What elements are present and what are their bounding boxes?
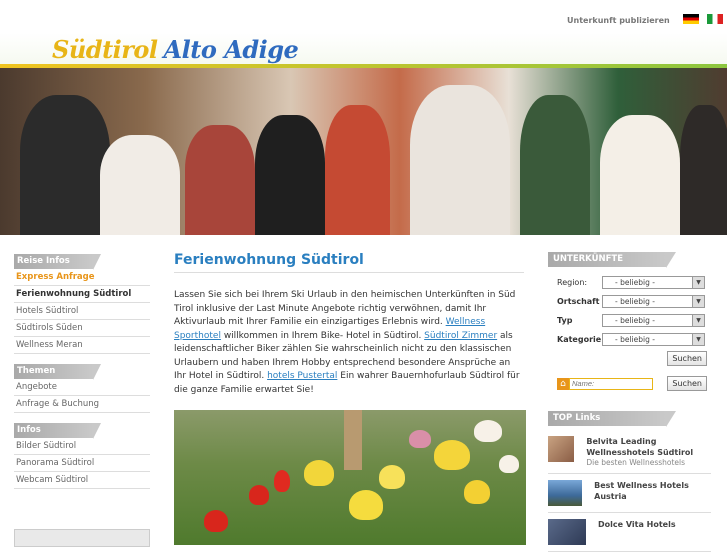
search-button[interactable]: Suchen (667, 351, 707, 366)
kategorie-select[interactable]: - beliebig - ▼ (602, 332, 705, 346)
flag-italy-icon[interactable] (707, 14, 723, 24)
sidebar-item-suedtirols-sueden[interactable]: Südtirols Süden (14, 320, 150, 337)
publish-accommodation-link[interactable]: Unterkunft publizieren (567, 16, 670, 25)
logo-text-suedtirol: Südtirol (52, 35, 158, 64)
kategorie-label: Kategorie (557, 334, 602, 344)
accommodation-search-form: Region: - beliebig - ▼ Ortschaft - belieb… (548, 273, 711, 391)
toplinks-list: Belvita Leading Wellnesshotels Südtirol D… (548, 430, 711, 552)
typ-value: - beliebig - (615, 315, 655, 325)
ortschaft-label: Ortschaft (557, 296, 600, 306)
region-select[interactable]: - beliebig - ▼ (602, 275, 705, 289)
right-sidebar: UNTERKÜNFTE Region: - beliebig - ▼ Ortsch… (548, 252, 711, 552)
search-panel-heading: UNTERKÜNFTE (548, 252, 676, 268)
hero-image (0, 68, 727, 235)
sidebar-item-wellness-meran[interactable]: Wellness Meran (14, 337, 150, 354)
toplink-title[interactable]: Belvita Leading Wellnesshotels Südtirol (586, 436, 711, 458)
region-map[interactable] (14, 529, 150, 547)
sidebar-item-panorama[interactable]: Panorama Südtirol (14, 455, 150, 472)
sidebar-heading-themen: Themen (14, 364, 101, 380)
toplinks-heading: TOP Links (548, 411, 676, 427)
toplink-title[interactable]: Dolce Vita Hotels (598, 519, 676, 530)
link-suedtirol-zimmer[interactable]: Südtirol Zimmer (424, 331, 497, 341)
toplink-subtitle: Die besten Wellnesshotels (586, 458, 686, 467)
sidebar-item-ferienwohnung[interactable]: Ferienwohnung Südtirol (14, 286, 150, 303)
sidebar-menu-reise-infos: Express Anfrage Ferienwohnung Südtirol H… (14, 269, 150, 354)
sidebar-heading-reise-infos: Reise Infos (14, 254, 101, 270)
chevron-down-icon: ▼ (692, 314, 704, 326)
toplink-item[interactable]: Dolce Vita Hotels (548, 513, 711, 552)
region-label: Region: (557, 277, 588, 287)
home-icon: ⌂ (557, 377, 569, 390)
sidebar-item-anfrage-buchung[interactable]: Anfrage & Buchung (14, 396, 150, 413)
chevron-down-icon: ▼ (692, 295, 704, 307)
intro-paragraph: Lassen Sie sich bei Ihrem Ski Urlaub in … (174, 289, 524, 397)
name-search-input[interactable] (569, 377, 653, 390)
page-title: Ferienwohnung Südtirol (174, 252, 524, 273)
sidebar-item-angebote[interactable]: Angebote (14, 379, 150, 396)
typ-select[interactable]: - beliebig - ▼ (602, 313, 705, 327)
form-row-region: Region: - beliebig - ▼ (548, 273, 711, 291)
toplink-thumbnail (548, 436, 575, 462)
ortschaft-value: - beliebig - (615, 296, 655, 306)
name-search-row: ⌂ Suchen (548, 376, 711, 391)
kategorie-value: - beliebig - (615, 334, 655, 344)
sidebar-item-webcam[interactable]: Webcam Südtirol (14, 472, 150, 489)
site-logo[interactable]: Südtirol Alto Adige (52, 35, 299, 64)
chevron-down-icon: ▼ (692, 276, 704, 288)
sidebar-item-hotels[interactable]: Hotels Südtirol (14, 303, 150, 320)
link-hotels-pustertal[interactable]: hotels Pustertal (267, 371, 337, 381)
form-row-kategorie: Kategorie - beliebig - ▼ (548, 330, 711, 348)
intro-text-2: willkommen in Ihrem Bike- Hotel in Südti… (220, 330, 425, 341)
sidebar-item-express-anfrage[interactable]: Express Anfrage (14, 269, 150, 286)
top-bar: Unterkunft publizieren (0, 0, 727, 33)
main-content: Ferienwohnung Südtirol Lassen Sie sich b… (174, 252, 524, 397)
flag-germany-icon[interactable] (683, 14, 699, 24)
sidebar-menu-themen: Angebote Anfrage & Buchung (14, 379, 150, 413)
logo-text-alto-adige: Alto Adige (163, 35, 299, 64)
sidebar-item-bilder[interactable]: Bilder Südtirol (14, 438, 150, 455)
flower-photo (174, 410, 526, 545)
form-row-typ: Typ - beliebig - ▼ (548, 311, 711, 329)
region-value: - beliebig - (615, 277, 655, 287)
sidebar-heading-infos: Infos (14, 423, 101, 439)
site-banner: Südtirol Alto Adige (0, 33, 727, 67)
toplink-thumbnail (548, 519, 586, 545)
toplink-thumbnail (548, 480, 583, 506)
toplink-item[interactable]: Belvita Leading Wellnesshotels Südtirol D… (548, 430, 711, 474)
toplink-item[interactable]: Best Wellness Hotels Austria (548, 474, 711, 513)
left-sidebar: Reise Infos Express Anfrage Ferienwohnun… (14, 254, 150, 499)
sidebar-menu-infos: Bilder Südtirol Panorama Südtirol Webcam… (14, 438, 150, 489)
typ-label: Typ (557, 315, 573, 325)
form-row-ortschaft: Ortschaft - beliebig - ▼ (548, 292, 711, 310)
ortschaft-select[interactable]: - beliebig - ▼ (602, 294, 705, 308)
toplink-title[interactable]: Best Wellness Hotels Austria (594, 480, 711, 502)
name-search-button[interactable]: Suchen (667, 376, 707, 391)
chevron-down-icon: ▼ (692, 333, 704, 345)
